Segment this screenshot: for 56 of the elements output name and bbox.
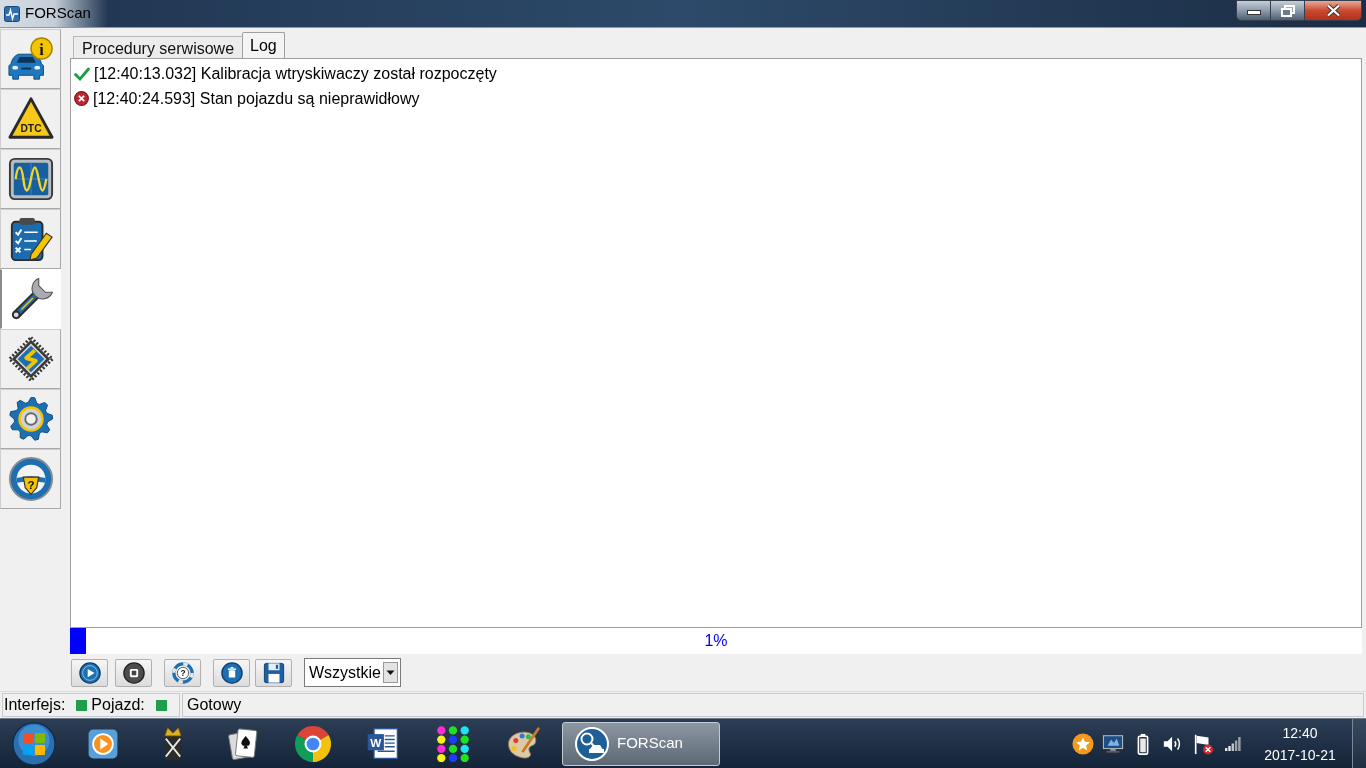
sidebar-button[interactable]: [0, 209, 61, 269]
chip-icon: [7, 336, 54, 382]
restore-button[interactable]: [1271, 0, 1304, 21]
star-badge-icon[interactable]: [1072, 732, 1094, 755]
settings-icon: [7, 396, 54, 442]
stop-button[interactable]: [115, 658, 152, 687]
minimize-button[interactable]: [1236, 0, 1271, 21]
check-icon: [74, 66, 90, 81]
log-entry-text: [12:40:24.593] Stan pojazdu są nieprawidłowy: [93, 88, 420, 109]
progress-label: 1%: [704, 631, 728, 651]
flag-alert-icon[interactable]: [1192, 732, 1214, 755]
show-desktop-button[interactable]: [1352, 718, 1366, 768]
battery-icon[interactable]: [1137, 732, 1149, 755]
sidebar-button[interactable]: DTC: [0, 89, 61, 149]
trash-icon: [220, 661, 243, 684]
sidebar-button[interactable]: [0, 329, 61, 389]
window-title: FORScan: [25, 3, 91, 24]
signal-bars-icon[interactable]: [1225, 736, 1241, 751]
help-button[interactable]: ?: [164, 658, 201, 687]
filter-dropdown[interactable]: Wszystkie: [304, 658, 401, 687]
colored-dots-icon[interactable]: [435, 725, 471, 762]
play-button[interactable]: [71, 658, 108, 687]
restore-icon: [1280, 4, 1295, 17]
play-icon: [78, 661, 101, 684]
waveform-screen-icon: [7, 156, 54, 202]
monitor-icon[interactable]: [1102, 732, 1124, 755]
minimize-icon: [1246, 10, 1261, 15]
steering-wheel-help-icon: ?: [7, 456, 54, 502]
close-button[interactable]: [1304, 0, 1362, 21]
clock-time: 12:40: [1282, 723, 1318, 743]
taskbar-window-button[interactable]: FORScan: [562, 721, 720, 766]
close-icon: [1325, 4, 1341, 17]
log-entry-text: [12:40:13.032] Kalibracja wtryskiwaczy został rozpoczęty: [94, 63, 497, 84]
caret-icon: [383, 662, 398, 683]
save-button[interactable]: [255, 658, 292, 687]
status-label: Interfejs:: [4, 695, 66, 715]
help-lifebuoy-icon: ?: [171, 661, 194, 684]
sidebar-button[interactable]: [0, 149, 61, 209]
save-icon: [262, 661, 285, 684]
status-label: Pojazd:: [91, 695, 145, 715]
stop-icon: [122, 661, 145, 684]
tricolor-circle-icon[interactable]: [295, 725, 331, 762]
status-message: Gotowy: [187, 695, 242, 715]
tab[interactable]: Procedury serwisowe: [73, 36, 243, 58]
start-orb-icon[interactable]: [12, 721, 56, 766]
sidebar-button[interactable]: [0, 389, 61, 449]
warning-triangle-icon: DTC: [7, 96, 54, 142]
sidebar-button[interactable]: ?: [0, 449, 61, 509]
clock-date: 2017-10-21: [1264, 745, 1336, 765]
tab[interactable]: Log: [242, 32, 285, 58]
sidebar-button[interactable]: i: [0, 29, 61, 89]
error-icon: [74, 91, 89, 106]
pulse-line-icon: [4, 5, 20, 22]
trash-button[interactable]: [213, 658, 250, 687]
palette-icon[interactable]: [505, 725, 541, 762]
car-search-icon: [575, 726, 609, 761]
